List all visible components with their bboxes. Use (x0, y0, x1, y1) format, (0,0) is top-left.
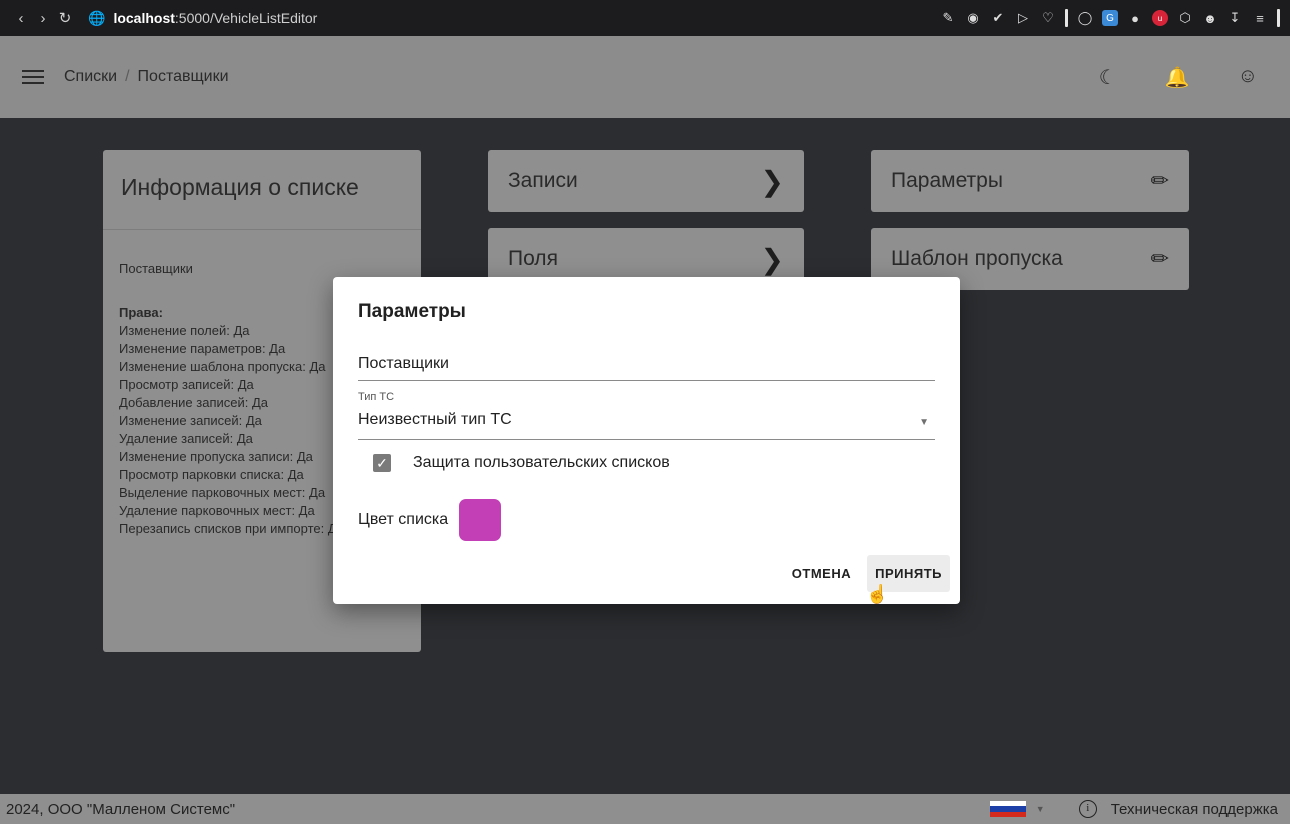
list-name: Поставщики (119, 261, 193, 276)
chevron-right-icon: ❯ (760, 243, 784, 275)
reload-icon[interactable]: ↻ (54, 9, 76, 27)
copyright: 2024, ООО "Малленом Системс" (6, 800, 236, 818)
back-icon[interactable]: ‹ (10, 10, 32, 27)
vehicle-type-value: Неизвестный тип ТС (358, 411, 512, 428)
chevron-right-icon: ❯ (760, 165, 784, 197)
color-row: Цвет списка (358, 499, 502, 541)
records-label: Записи (508, 169, 578, 192)
heart-icon[interactable]: ♡ (1040, 10, 1056, 26)
address-bar[interactable]: localhost:5000/VehicleListEditor (113, 10, 317, 26)
globe-icon: 🌐 (88, 9, 106, 26)
translate-icon[interactable]: G (1102, 10, 1118, 26)
list-name-input[interactable]: Поставщики (358, 353, 935, 381)
cancel-button[interactable]: ОТМЕНА (784, 555, 859, 592)
toolbar-divider (1065, 9, 1068, 27)
shield-check-icon[interactable]: ✔ (990, 10, 1006, 26)
toolbar-divider (1277, 9, 1280, 27)
protection-checkbox[interactable]: ✓ (373, 454, 391, 472)
breadcrumb: Списки / Поставщики (64, 68, 229, 86)
app-header: Списки / Поставщики ☾ 🔔 ☺ (0, 36, 1290, 118)
parameters-dialog: Параметры Поставщики Тип ТС Неизвестный … (333, 277, 960, 604)
parameters-card[interactable]: Параметры ✏ (871, 150, 1189, 212)
bell-icon[interactable]: 🔔 (1165, 65, 1190, 90)
play-icon[interactable]: ▷ (1015, 10, 1031, 26)
pointer-hand-icon: ☝ (866, 584, 889, 604)
ublock-icon[interactable]: u (1152, 10, 1168, 26)
fields-label: Поля (508, 247, 558, 270)
vpn-globe-icon[interactable]: ● (1127, 10, 1143, 26)
vehicle-type-select[interactable]: Неизвестный тип ТС ▼ (358, 411, 935, 440)
url-path: :5000/VehicleListEditor (174, 10, 318, 26)
profile-icon[interactable]: ☻ (1202, 10, 1218, 26)
edit-image-icon[interactable]: ✎ (940, 10, 956, 26)
support-link[interactable]: Техническая поддержка (1111, 801, 1278, 818)
dialog-title: Параметры (358, 301, 466, 322)
cube-icon[interactable]: ⬡ (1177, 10, 1193, 26)
breadcrumb-separator: / (125, 68, 130, 85)
language-flag-icon[interactable] (989, 801, 1026, 817)
browser-menu-icon[interactable]: ≡ (1252, 10, 1268, 26)
color-label: Цвет списка (358, 511, 449, 528)
pencil-icon: ✏ (1150, 168, 1169, 193)
screenshot-icon[interactable]: ◉ (965, 10, 981, 26)
pencil-icon: ✏ (1150, 246, 1169, 271)
mouse-icon[interactable]: ◯ (1077, 10, 1093, 26)
pass-template-label: Шаблон пропуска (891, 247, 1063, 270)
breadcrumb-suppliers: Поставщики (137, 68, 229, 85)
parameters-label: Параметры (891, 169, 1003, 192)
breadcrumb-lists[interactable]: Списки (64, 68, 117, 86)
extension-icons: ✎ ◉ ✔ ▷ ♡ ◯ G ● u ⬡ ☻ ↧ ≡ (940, 9, 1280, 27)
protection-label: Защита пользовательских списков (413, 454, 670, 471)
url-host: localhost (113, 10, 175, 26)
records-card[interactable]: Записи ❯ (488, 150, 804, 212)
header-actions: ☾ 🔔 ☺ (1099, 65, 1258, 90)
download-icon[interactable]: ↧ (1227, 10, 1243, 26)
color-swatch[interactable] (459, 499, 502, 541)
dropdown-caret-icon: ▼ (919, 417, 929, 428)
list-info-title: Информация о списке (103, 150, 421, 230)
info-icon: i (1078, 800, 1097, 818)
forward-icon[interactable]: › (32, 10, 54, 27)
footer: 2024, ООО "Малленом Системс" ▼ i Техниче… (0, 794, 1290, 824)
footer-actions: ▼ i Техническая поддержка (989, 800, 1278, 818)
protection-checkbox-row: ✓ Защита пользовательских списков (373, 454, 670, 472)
language-caret-icon[interactable]: ▼ (1036, 804, 1045, 814)
account-icon[interactable]: ☺ (1238, 65, 1258, 90)
hamburger-menu-icon[interactable] (22, 70, 44, 84)
vehicle-type-label: Тип ТС (358, 391, 395, 403)
theme-moon-icon[interactable]: ☾ (1099, 65, 1117, 90)
browser-toolbar: ‹ › ↻ 🌐 localhost:5000/VehicleListEditor… (0, 0, 1290, 36)
